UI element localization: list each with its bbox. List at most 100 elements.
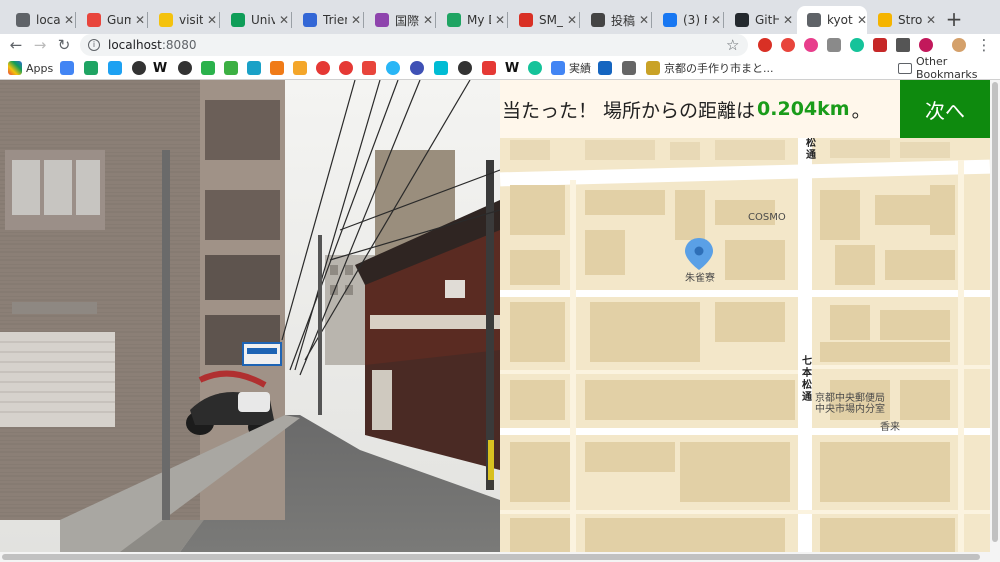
browser-tab[interactable]: My Dr ✕ bbox=[437, 6, 505, 34]
bookmark-jisseki[interactable]: 実績 bbox=[551, 60, 591, 76]
bookmark-pin[interactable] bbox=[482, 60, 500, 76]
ublock-extension-icon[interactable] bbox=[873, 38, 887, 52]
bookmark-g[interactable] bbox=[362, 60, 380, 76]
avatar[interactable] bbox=[952, 38, 966, 52]
tab-title: localh bbox=[36, 13, 60, 27]
tab-close-icon[interactable]: ✕ bbox=[857, 13, 867, 27]
arrow-icon bbox=[598, 61, 612, 75]
g-icon bbox=[362, 61, 376, 75]
browser-tab[interactable]: 投稿の ✕ bbox=[581, 6, 649, 34]
bookmark-globe1[interactable] bbox=[132, 60, 150, 76]
tab-close-icon[interactable]: ✕ bbox=[207, 13, 217, 27]
bookmark-kyoto-icon bbox=[646, 61, 660, 75]
bookmark-person[interactable] bbox=[410, 60, 428, 76]
person-icon bbox=[410, 61, 424, 75]
tab-close-icon[interactable]: ✕ bbox=[639, 13, 649, 27]
browser-tab[interactable]: Unive ✕ bbox=[221, 6, 289, 34]
vertical-scrollbar-thumb[interactable] bbox=[992, 82, 998, 542]
browser-tab[interactable]: kyoto ✕ bbox=[797, 6, 867, 34]
bookmark-kyoto-label: 京都の手作り市まと... bbox=[664, 62, 774, 75]
forward-button[interactable]: → bbox=[30, 35, 50, 55]
browser-tab[interactable]: 国際交 ✕ bbox=[365, 6, 433, 34]
address-bar[interactable]: i localhost:8080 bbox=[80, 34, 748, 56]
horizontal-scrollbar-thumb[interactable] bbox=[2, 554, 980, 560]
tab-close-icon[interactable]: ✕ bbox=[926, 13, 936, 27]
bookmark-globe4[interactable] bbox=[458, 60, 476, 76]
browser-tab[interactable]: localh ✕ bbox=[6, 6, 74, 34]
bookmark-apps[interactable]: Apps bbox=[8, 60, 53, 76]
browser-tab[interactable]: visits ✕ bbox=[149, 6, 217, 34]
extension-red-icon[interactable] bbox=[919, 38, 933, 52]
bookmark-twitter[interactable] bbox=[108, 60, 126, 76]
result-banner: 当たった！ 場所からの距離は 0.204km。 bbox=[500, 80, 900, 138]
tab-favicon-icon bbox=[159, 13, 173, 27]
info-icon[interactable]: i bbox=[88, 39, 100, 51]
bookmark-wikipedia[interactable]: W bbox=[153, 60, 171, 76]
reload-button[interactable]: ↻ bbox=[54, 35, 74, 55]
tab-close-icon[interactable]: ✕ bbox=[135, 13, 145, 27]
bookmark-stack[interactable] bbox=[293, 60, 311, 76]
red-circle-icon bbox=[339, 61, 353, 75]
tab-close-icon[interactable]: ✕ bbox=[783, 13, 793, 27]
vivaldi-extension-icon[interactable] bbox=[758, 38, 772, 52]
tab-separator bbox=[75, 12, 76, 28]
tab-separator bbox=[219, 12, 220, 28]
url-port: :8080 bbox=[161, 38, 197, 52]
bookmark-grammarly[interactable] bbox=[528, 60, 546, 76]
browser-tab[interactable]: Gumr ✕ bbox=[77, 6, 145, 34]
tab-close-icon[interactable]: ✕ bbox=[711, 13, 721, 27]
bookmark-globe2[interactable] bbox=[178, 60, 196, 76]
adblock-extension-icon[interactable] bbox=[781, 38, 795, 52]
bookmark-orange[interactable] bbox=[270, 60, 288, 76]
drive-icon bbox=[84, 61, 98, 75]
tab-favicon-icon bbox=[807, 13, 821, 27]
bookmark-star-icon[interactable]: ☆ bbox=[726, 34, 739, 56]
bookmark-kyoto[interactable]: 京都の手作り市まと... bbox=[646, 60, 774, 76]
bookmark-drive[interactable] bbox=[84, 60, 102, 76]
road-label-nanahon: 七本松通 bbox=[802, 356, 812, 403]
tab-favicon-icon bbox=[87, 13, 101, 27]
tab-close-icon[interactable]: ✕ bbox=[567, 13, 577, 27]
street-view-panorama[interactable] bbox=[0, 80, 500, 552]
tab-title: Stroly bbox=[898, 13, 922, 27]
w-icon bbox=[247, 61, 261, 75]
tab-close-icon[interactable]: ✕ bbox=[279, 13, 289, 27]
new-tab-button[interactable]: + bbox=[943, 8, 965, 30]
browser-tab[interactable]: (3) Fa ✕ bbox=[653, 6, 721, 34]
bookmark-table[interactable] bbox=[622, 60, 640, 76]
bookmark-w2[interactable] bbox=[247, 60, 265, 76]
other-bookmarks[interactable]: Other Bookmarks bbox=[898, 55, 1000, 81]
bookmark-red1[interactable] bbox=[316, 60, 334, 76]
bookmark-lightning[interactable] bbox=[434, 60, 452, 76]
map-canvas[interactable] bbox=[500, 80, 990, 552]
back-button[interactable]: ← bbox=[6, 35, 26, 55]
map-label-cosmo: COSMO bbox=[748, 212, 786, 223]
tab-close-icon[interactable]: ✕ bbox=[351, 13, 361, 27]
tab-close-icon[interactable]: ✕ bbox=[495, 13, 505, 27]
bookmark-up[interactable] bbox=[224, 60, 242, 76]
horizontal-scrollbar[interactable] bbox=[0, 552, 1000, 562]
bookmark-globe3[interactable] bbox=[386, 60, 404, 76]
doc-icon bbox=[551, 61, 565, 75]
extension-pink-icon[interactable] bbox=[804, 38, 818, 52]
bookmark-red2[interactable] bbox=[339, 60, 357, 76]
bookmark-translate[interactable] bbox=[60, 60, 78, 76]
tab-close-icon[interactable]: ✕ bbox=[423, 13, 433, 27]
apps-grid-icon bbox=[8, 61, 22, 75]
camera-extension-icon[interactable] bbox=[827, 38, 841, 52]
tab-close-icon[interactable]: ✕ bbox=[64, 13, 74, 27]
browser-tab[interactable]: GitHu ✕ bbox=[725, 6, 793, 34]
vertical-scrollbar[interactable] bbox=[990, 80, 1000, 552]
browser-tab[interactable]: Trienr ✕ bbox=[293, 6, 361, 34]
next-button[interactable]: 次へ bbox=[900, 80, 990, 138]
browser-tab[interactable]: SM_bu ✕ bbox=[509, 6, 577, 34]
bookmark-arrow[interactable] bbox=[598, 60, 616, 76]
map-panel[interactable]: 松通 七本松通 COSMO 朱雀寮 京都中央郵便局 中央市場内分室 香来 bbox=[500, 80, 990, 552]
menu-icon[interactable]: ⋮ bbox=[974, 35, 994, 55]
bookmark-feedly[interactable] bbox=[201, 60, 219, 76]
bookmark-w3[interactable]: W bbox=[505, 60, 523, 76]
up-icon bbox=[224, 61, 238, 75]
browser-tab[interactable]: Stroly ✕ bbox=[868, 6, 936, 34]
grammarly-extension-icon[interactable] bbox=[850, 38, 864, 52]
extension-grid-icon[interactable] bbox=[896, 38, 910, 52]
